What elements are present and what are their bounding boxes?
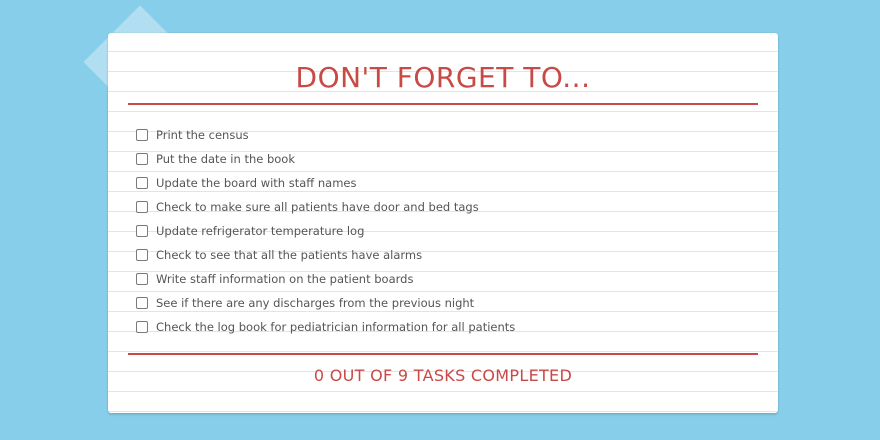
task-item[interactable]: Update refrigerator temperature log [136, 219, 515, 243]
task-label: Write staff information on the patient b… [156, 272, 414, 286]
title-divider [128, 103, 758, 105]
task-checkbox[interactable] [136, 129, 148, 141]
task-checkbox[interactable] [136, 177, 148, 189]
task-item[interactable]: Put the date in the book [136, 147, 515, 171]
task-checkbox[interactable] [136, 201, 148, 213]
task-item[interactable]: Update the board with staff names [136, 171, 515, 195]
task-label: See if there are any discharges from the… [156, 296, 475, 310]
task-label: Check to make sure all patients have doo… [156, 200, 479, 214]
task-checkbox[interactable] [136, 321, 148, 333]
task-item[interactable]: Check to see that all the patients have … [136, 243, 515, 267]
task-label: Update refrigerator temperature log [156, 224, 365, 238]
footer-divider [128, 353, 758, 355]
task-checkbox[interactable] [136, 297, 148, 309]
task-item[interactable]: See if there are any discharges from the… [136, 291, 515, 315]
task-checkbox[interactable] [136, 273, 148, 285]
task-label: Check the log book for pediatrician info… [156, 320, 516, 334]
task-label: Print the census [156, 128, 249, 142]
task-label: Check to see that all the patients have … [156, 248, 423, 262]
task-list: Print the census Put the date in the boo… [136, 123, 515, 339]
task-checkbox[interactable] [136, 153, 148, 165]
task-checkbox[interactable] [136, 225, 148, 237]
task-label: Update the board with staff names [156, 176, 357, 190]
page-title: DON'T FORGET TO... [295, 61, 591, 94]
task-checkbox[interactable] [136, 249, 148, 261]
task-item[interactable]: Write staff information on the patient b… [136, 267, 515, 291]
todo-card: DON'T FORGET TO... Print the census Put … [108, 33, 778, 413]
task-label: Put the date in the book [156, 152, 295, 166]
task-item[interactable]: Check to make sure all patients have doo… [136, 195, 515, 219]
task-item[interactable]: Check the log book for pediatrician info… [136, 315, 515, 339]
task-item[interactable]: Print the census [136, 123, 515, 147]
tasks-completed-counter: 0 OUT OF 9 TASKS COMPLETED [313, 366, 573, 385]
